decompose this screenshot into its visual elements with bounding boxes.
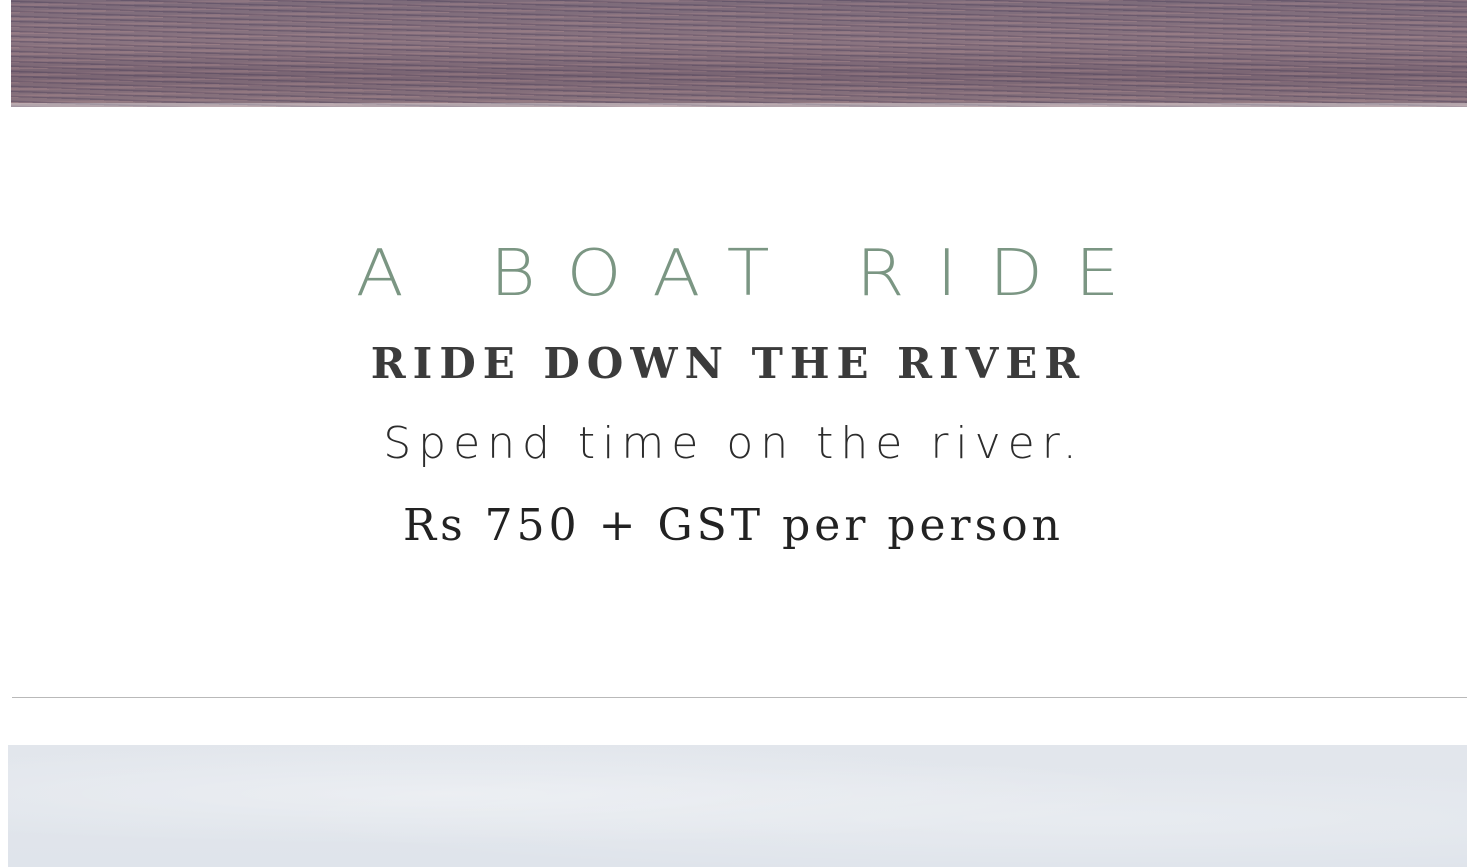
section-subtitle: RIDE DOWN THE RIVER	[370, 339, 1087, 388]
river-water-photo	[11, 0, 1467, 107]
sky-photo	[8, 745, 1467, 867]
section-divider	[12, 697, 1467, 698]
boat-ride-section: A BOAT RIDE RIDE DOWN THE RIVER Spend ti…	[0, 107, 1467, 697]
section-eyebrow-title: A BOAT RIDE	[355, 235, 1152, 311]
price-text: Rs 750 + GST per person	[402, 500, 1064, 551]
page: A BOAT RIDE RIDE DOWN THE RIVER Spend ti…	[0, 0, 1467, 867]
section-description: Spend time on the river.	[383, 418, 1084, 469]
